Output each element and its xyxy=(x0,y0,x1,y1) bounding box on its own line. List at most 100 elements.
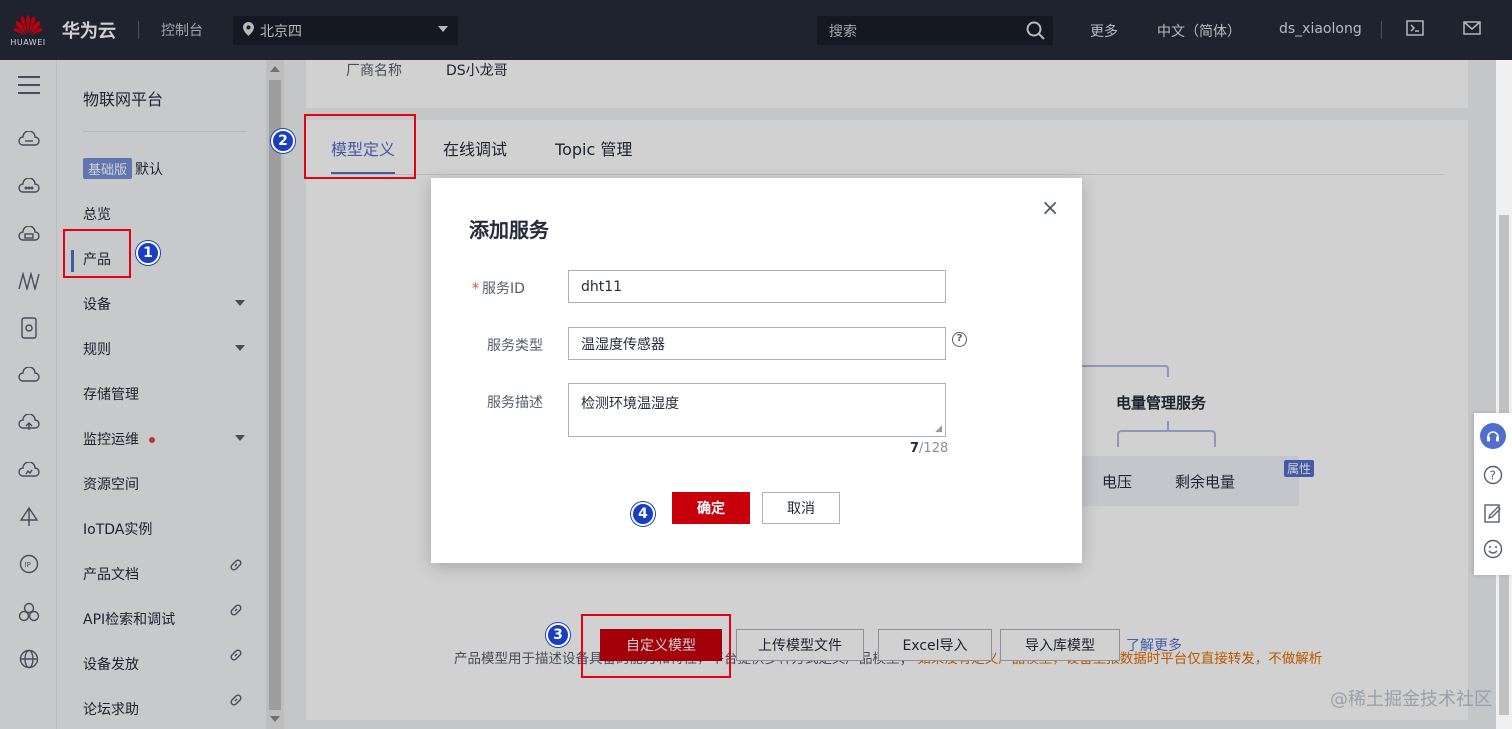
mail-icon[interactable] xyxy=(1463,21,1481,39)
edition-badge: 基础版 xyxy=(83,158,133,179)
external-link-icon[interactable] xyxy=(229,693,243,711)
sidebar-item-devices[interactable]: 设备 xyxy=(83,294,111,314)
service-id-input[interactable]: dht11 xyxy=(568,270,946,303)
header-divider xyxy=(138,21,139,39)
cloud-chart-icon[interactable] xyxy=(16,457,42,483)
header-divider xyxy=(1381,21,1382,39)
cloud-dots-icon[interactable] xyxy=(16,173,42,199)
main-scrollbar[interactable] xyxy=(1496,60,1512,729)
sidebar-item-monitoring[interactable]: 监控运维 xyxy=(83,429,155,449)
more-menu[interactable]: 更多 xyxy=(1090,21,1118,41)
diagram-property-voltage: 电压 xyxy=(1102,473,1133,491)
tab-topic-management[interactable]: Topic 管理 xyxy=(555,120,632,172)
region-selector[interactable]: 北京四 xyxy=(233,16,458,45)
service-id-value: dht11 xyxy=(581,278,623,295)
annotation-number-3: 3 xyxy=(546,623,570,647)
service-id-label: * 服务ID xyxy=(472,278,525,298)
menu-title: 物联网平台 xyxy=(83,90,164,109)
ip-icon[interactable]: IP xyxy=(16,551,42,577)
sidebar-item-label: 监控运维 xyxy=(83,432,139,448)
sidebar-item-product-docs[interactable]: 产品文档 xyxy=(83,564,139,584)
search-icon[interactable] xyxy=(1026,21,1045,44)
learn-more-link[interactable]: 了解更多 xyxy=(1126,635,1182,655)
external-link-icon[interactable] xyxy=(229,648,243,666)
required-asterisk: * xyxy=(472,281,479,297)
cloud-icon[interactable] xyxy=(16,362,42,388)
search-placeholder: 搜索 xyxy=(829,23,857,40)
sidebar-item-rules[interactable]: 规则 xyxy=(83,339,111,359)
help-icon[interactable]: ? xyxy=(952,332,967,347)
sidebar-item-device-provisioning[interactable]: 设备发放 xyxy=(83,654,139,674)
chevron-down-icon[interactable] xyxy=(235,345,245,351)
cluster-icon[interactable] xyxy=(16,599,42,625)
attribute-badge: 属性 xyxy=(1284,460,1315,477)
svg-text:IP: IP xyxy=(25,561,31,569)
annotation-number-1: 1 xyxy=(136,241,160,265)
excel-import-button[interactable]: Excel导入 xyxy=(878,629,992,661)
vendor-label: 厂商名称 xyxy=(346,63,402,79)
globe-icon[interactable] xyxy=(16,646,42,672)
service-description-value: 检测环境温湿度 xyxy=(581,396,679,412)
scroll-down-icon[interactable] xyxy=(270,716,280,722)
resize-grip-icon[interactable]: ◢ xyxy=(935,424,942,434)
smiley-icon[interactable] xyxy=(1481,537,1505,561)
char-count-current: 7 xyxy=(910,441,920,456)
customer-service-icon[interactable] xyxy=(1480,423,1506,449)
sail-icon[interactable] xyxy=(16,504,42,530)
edition-selector[interactable]: 基础版 默认 xyxy=(83,158,163,179)
diagram-service-title: 电量管理服务 xyxy=(1116,394,1207,412)
sidebar-item-storage[interactable]: 存储管理 xyxy=(83,384,139,404)
custom-model-button[interactable]: 自定义模型 xyxy=(600,629,722,661)
sidebar-item-resource-space[interactable]: 资源空间 xyxy=(83,474,139,494)
sidebar-item-products[interactable]: 产品 xyxy=(83,249,111,269)
char-counter: 7/128 xyxy=(910,441,948,456)
upload-model-button[interactable]: 上传模型文件 xyxy=(736,629,864,661)
service-description-label: 服务描述 xyxy=(487,395,543,411)
menu-scrollbar[interactable] xyxy=(266,60,284,729)
tabs-divider xyxy=(331,174,1444,175)
close-icon[interactable]: × xyxy=(1041,198,1059,220)
location-pin-icon xyxy=(243,21,254,40)
external-link-icon[interactable] xyxy=(229,603,243,621)
help-icon[interactable]: ? xyxy=(1481,463,1505,487)
user-menu[interactable]: ds_xiaolong xyxy=(1279,21,1362,37)
product-info-card: 厂商名称 DS小龙哥 xyxy=(306,60,1468,108)
sidebar-item-iotda-instance[interactable]: IoTDA实例 xyxy=(83,519,152,539)
tab-online-debug[interactable]: 在线调试 xyxy=(443,120,507,172)
cloud-server-icon[interactable] xyxy=(16,126,42,152)
service-type-label: 服务类型 xyxy=(487,338,543,354)
chevron-down-icon[interactable] xyxy=(235,435,245,441)
hamburger-menu-icon[interactable] xyxy=(16,72,42,98)
sidebar-item-overview[interactable]: 总览 xyxy=(83,204,111,224)
service-description-textarea[interactable]: 检测环境温湿度 ◢ xyxy=(568,383,946,437)
edition-label: 默认 xyxy=(135,161,164,178)
sidebar-item-api-explorer[interactable]: API检索和调试 xyxy=(83,609,175,629)
annotation-number-2: 2 xyxy=(271,129,295,153)
side-menu: 物联网平台 基础版 默认 总览 产品 设备 规则 存储管理 监控运维 资源空间 … xyxy=(57,60,266,729)
external-link-icon[interactable] xyxy=(229,558,243,576)
logo-text: HUAWEI xyxy=(10,37,46,47)
brand-name[interactable]: 华为云 xyxy=(62,17,116,43)
device-icon[interactable] xyxy=(16,315,42,341)
service-type-input[interactable]: 温湿度传感器 xyxy=(568,327,946,360)
wave-icon[interactable] xyxy=(16,268,42,294)
cancel-button[interactable]: 取消 xyxy=(762,492,840,524)
huawei-logo[interactable]: HUAWEI xyxy=(0,0,56,60)
huawei-flower-icon xyxy=(13,14,43,35)
feedback-edit-icon[interactable] xyxy=(1481,501,1505,525)
tab-model-definition[interactable]: 模型定义 xyxy=(331,120,396,174)
service-id-label-text: 服务ID xyxy=(482,281,525,297)
confirm-button[interactable]: 确定 xyxy=(672,492,750,524)
language-selector[interactable]: 中文（简体） xyxy=(1157,21,1241,41)
console-link[interactable]: 控制台 xyxy=(161,20,203,40)
scroll-up-icon[interactable] xyxy=(270,66,280,72)
chevron-down-icon[interactable] xyxy=(235,300,245,306)
scrollbar-thumb[interactable] xyxy=(269,80,281,710)
watermark: @稀土掘金技术社区 xyxy=(1330,689,1492,710)
import-library-model-button[interactable]: 导入库模型 xyxy=(1000,629,1120,661)
cloud-database-icon[interactable] xyxy=(16,221,42,247)
terminal-icon[interactable] xyxy=(1406,20,1424,40)
cloud-upload-icon[interactable] xyxy=(16,410,42,436)
sidebar-item-forum[interactable]: 论坛求助 xyxy=(83,699,139,719)
search-input[interactable]: 搜索 xyxy=(817,16,1053,45)
